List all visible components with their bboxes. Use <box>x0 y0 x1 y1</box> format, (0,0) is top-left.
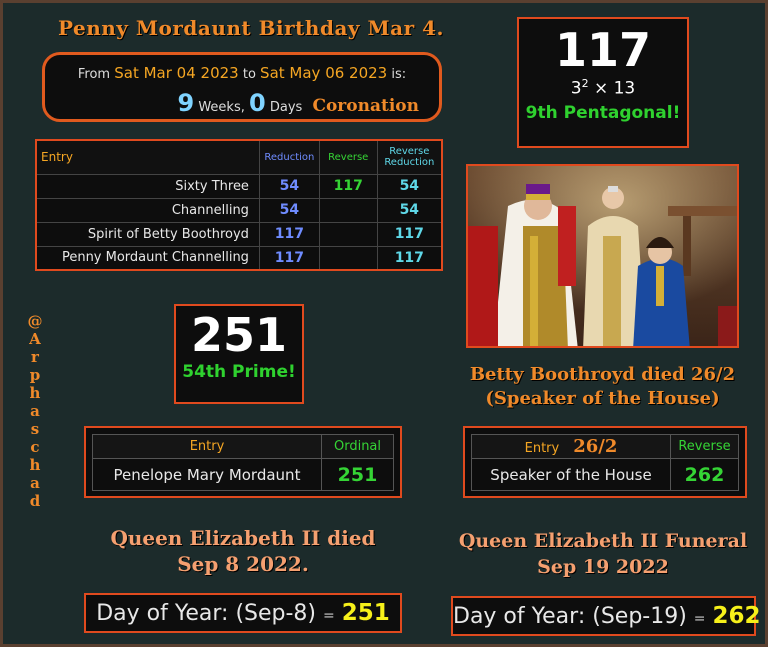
row-reverse-reduction: 54 <box>376 197 443 223</box>
doy-equals: = <box>693 611 706 627</box>
row-reduction: 54 <box>258 173 320 199</box>
row-entry: Penny Mordaunt Channelling <box>35 245 260 271</box>
betty-caption-line2: (Speaker of the House) <box>485 388 720 409</box>
table-row: Penelope Mary Mordaunt 251 <box>92 458 394 491</box>
table-row: Channelling 54 54 <box>35 197 443 223</box>
row-reduction: 117 <box>258 245 320 271</box>
row-reverse-reduction: 54 <box>376 173 443 199</box>
queen-funeral-caption: Queen Elizabeth II Funeral Sep 19 2022 <box>446 528 760 580</box>
row-ordinal: 251 <box>321 458 394 491</box>
duration-line: 9 Weeks, 0 Days Coronation <box>177 89 419 117</box>
queen-death-line1: Queen Elizabeth II died <box>110 526 376 550</box>
row-reverse <box>318 245 378 271</box>
number-117: 117 <box>554 23 652 77</box>
header-entry-label: Entry <box>524 441 560 456</box>
is-label: is: <box>391 67 407 82</box>
row-entry: Penelope Mary Mordaunt <box>92 458 322 491</box>
betty-caption-line1: Betty Boothroyd died 26/2 <box>469 364 736 385</box>
number-117-box: 117 32 × 13 9th Pentagonal! <box>517 17 689 148</box>
speaker-table: Entry 26/2 Reverse Speaker of the House 2… <box>463 426 747 498</box>
number-251-box: 251 54th Prime! <box>174 304 304 404</box>
penelope-table: Entry Ordinal Penelope Mary Mordaunt 251 <box>84 426 402 498</box>
doy-value: 262 <box>712 603 761 629</box>
page-title: Penny Mordaunt Birthday Mar 4. <box>58 16 444 40</box>
number-251: 251 <box>190 308 288 362</box>
gematria-table: Entry Reduction Reverse Reverse Reductio… <box>35 139 443 271</box>
handle-char: h <box>29 456 41 474</box>
from-label: From <box>77 67 111 82</box>
header-reverse: Reverse <box>318 139 378 175</box>
header-date: 26/2 <box>573 436 618 457</box>
handle-char: d <box>29 492 41 510</box>
factorization-117: 32 × 13 <box>519 77 687 99</box>
header-reverse: Reverse <box>670 434 739 459</box>
queen-funeral-line2: Sep 19 2022 <box>537 556 669 578</box>
pentagonal-note: 9th Pentagonal! <box>525 102 681 123</box>
weeks-label: Weeks, <box>198 100 245 115</box>
queen-funeral-line1: Queen Elizabeth II Funeral <box>458 530 748 552</box>
row-entry: Speaker of the House <box>471 458 671 491</box>
author-handle: @ Ar p h a s c h a d <box>25 312 45 510</box>
prime-note: 54th Prime! <box>182 362 296 382</box>
to-date: Sat May 06 2023 <box>260 64 388 82</box>
betty-caption: Betty Boothroyd died 26/2 (Speaker of th… <box>450 363 755 411</box>
doy-label: Day of Year: (Sep-19) <box>453 604 687 629</box>
doy-equals: = <box>323 608 335 624</box>
factor-exponent: 2 <box>581 77 589 90</box>
row-entry: Channelling <box>35 197 260 223</box>
table-header-row: Entry Ordinal <box>92 434 394 459</box>
header-ordinal: Ordinal <box>321 434 394 459</box>
table-header-row: Entry 26/2 Reverse <box>471 434 739 459</box>
day-of-year-funeral: Day of Year: (Sep-19) = 262 <box>451 596 761 636</box>
doy-value: 251 <box>341 600 390 626</box>
day-of-year-death: Day of Year: (Sep-8) = 251 <box>84 593 402 633</box>
from-date: Sat Mar 04 2023 <box>114 64 239 82</box>
row-reduction: 117 <box>258 221 320 247</box>
row-reverse: 262 <box>670 458 739 491</box>
row-reverse <box>318 197 378 223</box>
header-reverse-reduction: Reverse Reduction <box>376 139 443 175</box>
handle-char: A <box>29 330 41 348</box>
row-entry: Sixty Three <box>35 173 260 199</box>
factor-base: 3 <box>570 78 582 99</box>
table-row: Speaker of the House 262 <box>471 458 739 491</box>
date-duration-box: From Sat Mar 04 2023 to Sat May 06 2023 … <box>42 52 442 122</box>
header-entry: Entry 26/2 <box>471 434 671 459</box>
table-row: Sixty Three 54 117 54 <box>35 173 443 199</box>
factor-rest: × 13 <box>588 78 636 99</box>
coronation-photo <box>466 164 739 348</box>
weeks-count: 9 <box>177 89 195 117</box>
days-label: Days <box>269 100 303 115</box>
handle-char: s <box>30 420 40 438</box>
row-reverse <box>318 221 378 247</box>
event-label: Coronation <box>312 96 419 116</box>
table-header-row: Entry Reduction Reverse Reverse Reductio… <box>35 139 443 175</box>
handle-char: a <box>30 402 40 420</box>
date-range-line: From Sat Mar 04 2023 to Sat May 06 2023 … <box>45 64 439 82</box>
days-count: 0 <box>249 89 266 117</box>
header-entry: Entry <box>92 434 322 459</box>
handle-char: p <box>29 366 41 384</box>
to-label: to <box>242 67 256 82</box>
row-entry: Spirit of Betty Boothroyd <box>35 221 260 247</box>
handle-char: @ <box>27 312 43 330</box>
handle-char: h <box>29 384 41 402</box>
table-row: Penny Mordaunt Channelling 117 117 <box>35 245 443 271</box>
row-reduction: 54 <box>258 197 320 223</box>
doy-label: Day of Year: (Sep-8) <box>96 601 317 626</box>
header-reduction: Reduction <box>258 139 320 175</box>
table-row: Spirit of Betty Boothroyd 117 117 <box>35 221 443 247</box>
handle-char: r <box>31 348 39 366</box>
handle-char: a <box>30 474 40 492</box>
queen-death-line2: Sep 8 2022. <box>177 552 309 576</box>
row-reverse-reduction: 117 <box>376 245 443 271</box>
queen-death-caption: Queen Elizabeth II died Sep 8 2022. <box>78 525 408 577</box>
row-reverse-reduction: 117 <box>376 221 443 247</box>
header-entry: Entry <box>35 139 260 175</box>
handle-char: c <box>30 438 40 456</box>
coronation-photo-illustration <box>468 166 737 346</box>
row-reverse: 117 <box>318 173 378 199</box>
